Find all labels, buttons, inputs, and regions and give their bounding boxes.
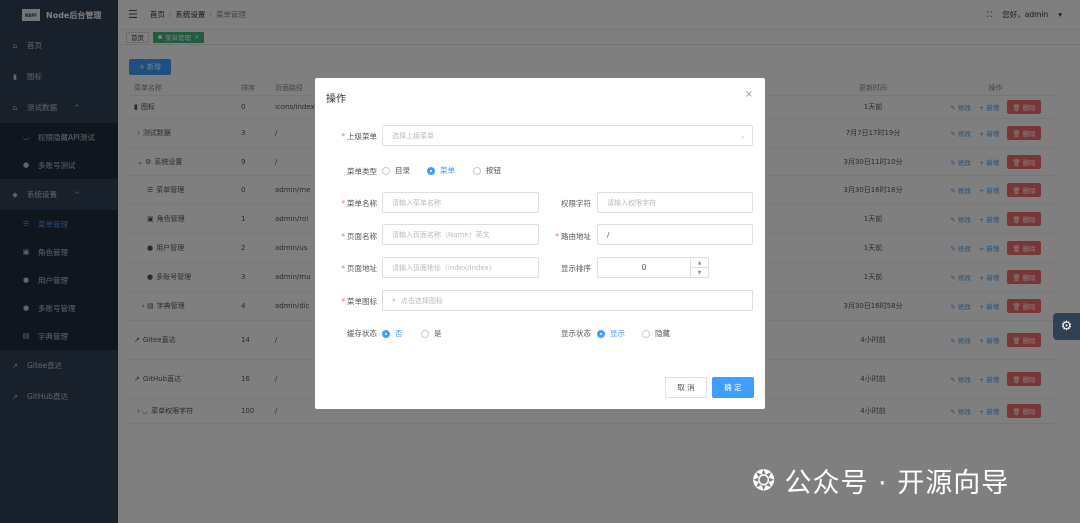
pagename-label: * 页面名称 — [341, 232, 377, 241]
cache-radio-yes[interactable]: 是 — [421, 328, 442, 339]
parent-select[interactable]: 选择上级菜单 ⌄ — [382, 125, 753, 146]
pagename-input[interactable]: 请输入页面名称（Name）英文 — [382, 224, 539, 245]
perm-label: 权限字符 — [561, 199, 591, 208]
pageaddr-label: * 页面地址 — [341, 264, 377, 273]
chevron-down-icon: ⌄ — [740, 131, 746, 140]
watermark: ❂ 公众号 · 开源向导 — [752, 461, 1009, 500]
order-label: 显示排序 — [561, 264, 591, 273]
route-label: * 路由地址 — [555, 232, 591, 241]
icon-label: * 菜单图标 — [341, 297, 377, 306]
order-stepper[interactable]: 0 ▲ ▼ — [597, 257, 709, 278]
parent-label: * 上级菜单 — [341, 132, 377, 141]
route-input[interactable]: / — [597, 224, 753, 245]
visible-radio-show[interactable]: 显示 — [597, 328, 625, 339]
cancel-button[interactable]: 取 消 — [665, 377, 707, 398]
pageaddr-input[interactable]: 请输入页面地址（index/index） — [382, 257, 539, 278]
type-radio-button[interactable]: 按钮 — [473, 165, 501, 176]
type-radio-dir[interactable]: 目录 — [382, 165, 410, 176]
perm-input[interactable]: 请输入权限字符 — [597, 192, 753, 213]
stepper-down-icon[interactable]: ▼ — [691, 268, 708, 277]
search-icon: ⌕ — [392, 296, 396, 304]
name-input[interactable]: 请输入菜单名称 — [382, 192, 539, 213]
order-value: 0 — [641, 263, 647, 272]
cache-radio-no[interactable]: 否 — [382, 328, 403, 339]
name-label: * 菜单名称 — [341, 199, 377, 208]
settings-gear-icon[interactable]: ⚙ — [1053, 313, 1080, 340]
visible-radio-hide[interactable]: 隐藏 — [642, 328, 670, 339]
close-icon[interactable]: × — [745, 89, 753, 100]
cache-label: 缓存状态 — [347, 329, 377, 338]
visible-label: 显示状态 — [561, 329, 591, 338]
menu-dialog: 操作 × * 上级菜单 选择上级菜单 ⌄ 菜单类型 目录 菜单 按钮 * 菜单名称 请… — [315, 78, 765, 409]
icon-picker-input[interactable]: ⌕ 点击选择图标 — [382, 290, 753, 311]
wechat-icon: ❂ — [752, 464, 777, 497]
dialog-title: 操作 — [326, 94, 346, 105]
type-label: 菜单类型 — [347, 167, 377, 176]
stepper-up-icon[interactable]: ▲ — [691, 258, 708, 268]
watermark-text: 公众号 · 开源向导 — [784, 468, 1010, 499]
confirm-button[interactable]: 确 定 — [712, 377, 754, 398]
type-radio-menu[interactable]: 菜单 — [427, 165, 455, 176]
